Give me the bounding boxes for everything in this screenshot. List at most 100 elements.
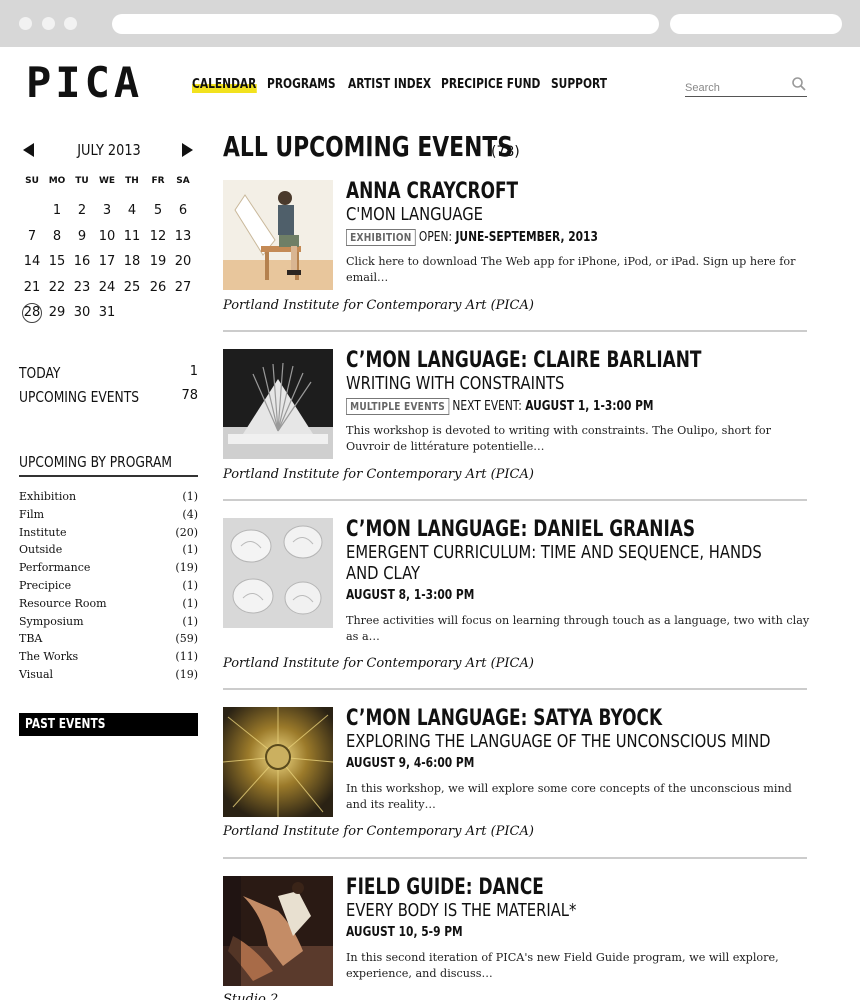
- event-badge: EXHIBITION: [346, 229, 416, 246]
- calendar-day[interactable]: 2: [69, 200, 95, 222]
- event-title[interactable]: C’MON LANGUAGE: SATYA BYOCK: [346, 707, 702, 731]
- browser-search-bar[interactable]: [670, 14, 842, 34]
- page-title-text: ALL UPCOMING EVENTS: [223, 130, 513, 163]
- program-name: Visual: [19, 667, 54, 681]
- program-item[interactable]: Outside (1): [19, 541, 198, 559]
- calendar-day[interactable]: 14: [19, 251, 45, 273]
- event-image[interactable]: [223, 349, 333, 459]
- program-count: (59): [175, 632, 198, 646]
- event-info: C’MON LANGUAGE: DANIEL GRANIAS EMERGENT …: [346, 518, 811, 645]
- program-item[interactable]: Film (4): [19, 506, 198, 524]
- program-item[interactable]: Symposium (1): [19, 613, 198, 631]
- calendar-day[interactable]: 30: [69, 302, 95, 324]
- calendar-day[interactable]: 12: [145, 226, 171, 248]
- program-item[interactable]: The Works (11): [19, 648, 198, 666]
- calendar-day-today[interactable]: 28: [22, 303, 42, 323]
- calendar-day[interactable]: 20: [170, 251, 196, 273]
- triangle-right-icon[interactable]: [182, 143, 193, 157]
- calendar-week-row: 14 15 16 17 18 19 20: [19, 251, 197, 277]
- event-description[interactable]: In this workshop, we will explore some c…: [346, 781, 811, 813]
- nav-calendar[interactable]: CALENDAR: [192, 77, 257, 93]
- nav-artist-index[interactable]: ARTIST INDEX: [348, 77, 431, 93]
- nav-precipice-fund[interactable]: PRECIPICE FUND: [441, 77, 540, 93]
- calendar-day[interactable]: 24: [94, 277, 120, 299]
- stat-today[interactable]: TODAY 1: [19, 364, 198, 382]
- program-item[interactable]: Institute (20): [19, 524, 198, 542]
- event-divider: [223, 688, 807, 690]
- calendar-day[interactable]: 19: [145, 251, 171, 273]
- calendar-day[interactable]: 13: [170, 226, 196, 248]
- event-info: FIELD GUIDE: DANCE EVERY BODY IS THE MAT…: [346, 876, 808, 982]
- calendar-day[interactable]: 27: [170, 277, 196, 299]
- event-venue: Studio 2: [223, 992, 279, 1000]
- event-description[interactable]: In this second iteration of PICA's new F…: [346, 950, 811, 982]
- program-list: Exhibition (1) Film (4) Institute (20) Outside…: [19, 488, 198, 684]
- calendar-day[interactable]: 26: [145, 277, 171, 299]
- calendar-day[interactable]: 1: [44, 200, 70, 222]
- calendar-day[interactable]: 8: [44, 226, 70, 248]
- calendar-day[interactable]: 17: [94, 251, 120, 273]
- program-count: (19): [175, 667, 198, 681]
- event-description[interactable]: Three activities will focus on learning …: [346, 613, 811, 645]
- window-minimize-dot[interactable]: [42, 17, 55, 30]
- event-divider: [223, 330, 807, 332]
- calendar-grid: SU MO TU WE TH FR SA 1 2 3 4 5 6 7 8 9 10 11 12 13 14 15 16 17 1…: [19, 175, 197, 328]
- calendar-day[interactable]: 7: [19, 226, 45, 248]
- calendar-weekday-row: SU MO TU WE TH FR SA: [19, 175, 197, 200]
- calendar-day[interactable]: 6: [170, 200, 196, 222]
- window-close-dot[interactable]: [19, 17, 32, 30]
- search-input[interactable]: [685, 74, 785, 96]
- calendar-day[interactable]: 31: [94, 302, 120, 324]
- calendar-day[interactable]: 3: [94, 200, 120, 222]
- calendar-day[interactable]: 18: [119, 251, 145, 273]
- event-title[interactable]: C’MON LANGUAGE: CLAIRE BARLIANT: [346, 349, 702, 373]
- program-item[interactable]: TBA (59): [19, 630, 198, 648]
- calendar-day[interactable]: 10: [94, 226, 120, 248]
- event-description[interactable]: Click here to download The Web app for i…: [346, 254, 811, 286]
- window-zoom-dot[interactable]: [64, 17, 77, 30]
- stat-count: 78: [181, 388, 198, 403]
- event-meta-label: NEXT EVENT:: [452, 399, 522, 414]
- program-item[interactable]: Exhibition (1): [19, 488, 198, 506]
- program-item[interactable]: Precipice (1): [19, 577, 198, 595]
- address-bar[interactable]: [112, 14, 659, 34]
- stat-count: 1: [189, 364, 198, 379]
- calendar-day[interactable]: 5: [145, 200, 171, 222]
- calendar-day[interactable]: 16: [69, 251, 95, 273]
- event-image[interactable]: [223, 180, 333, 290]
- event-venue: Portland Institute for Contemporary Art …: [223, 656, 534, 671]
- calendar-weekday: TU: [75, 176, 89, 186]
- program-name: Resource Room: [19, 596, 107, 610]
- calendar-day[interactable]: 9: [69, 226, 95, 248]
- past-events-button[interactable]: PAST EVENTS: [19, 713, 198, 736]
- search-icon[interactable]: [791, 76, 807, 92]
- stat-upcoming-events[interactable]: UPCOMING EVENTS 78: [19, 388, 198, 406]
- calendar-day[interactable]: 21: [19, 277, 45, 299]
- calendar-day[interactable]: 25: [119, 277, 145, 299]
- triangle-left-icon[interactable]: [23, 143, 34, 157]
- program-count: (19): [175, 561, 198, 575]
- calendar-day[interactable]: 11: [119, 226, 145, 248]
- program-item[interactable]: Performance (19): [19, 559, 198, 577]
- event-description[interactable]: This workshop is devoted to writing with…: [346, 423, 811, 455]
- event-image[interactable]: [223, 876, 333, 986]
- event-venue: Portland Institute for Contemporary Art …: [223, 298, 534, 313]
- event-image[interactable]: [223, 518, 333, 628]
- event-image[interactable]: [223, 707, 333, 817]
- calendar-day[interactable]: 15: [44, 251, 70, 273]
- calendar-week-row: 21 22 23 24 25 26 27: [19, 277, 197, 303]
- pica-logo[interactable]: PICA: [26, 61, 143, 105]
- nav-programs[interactable]: PROGRAMS: [267, 77, 336, 93]
- program-item[interactable]: Visual (19): [19, 666, 198, 684]
- calendar-day[interactable]: 22: [44, 277, 70, 299]
- nav-support[interactable]: SUPPORT: [551, 77, 607, 93]
- calendar-day[interactable]: 4: [119, 200, 145, 222]
- program-item[interactable]: Resource Room (1): [19, 595, 198, 613]
- event-title[interactable]: FIELD GUIDE: DANCE: [346, 876, 702, 900]
- calendar-day[interactable]: 29: [44, 302, 70, 324]
- event-title[interactable]: ANNA CRAYCROFT: [346, 180, 702, 204]
- event-subtitle: C'MON LANGUAGE: [346, 204, 483, 225]
- calendar-weekday: WE: [98, 176, 116, 186]
- calendar-day[interactable]: 23: [69, 277, 95, 299]
- event-title[interactable]: C’MON LANGUAGE: DANIEL GRANIAS: [346, 518, 702, 542]
